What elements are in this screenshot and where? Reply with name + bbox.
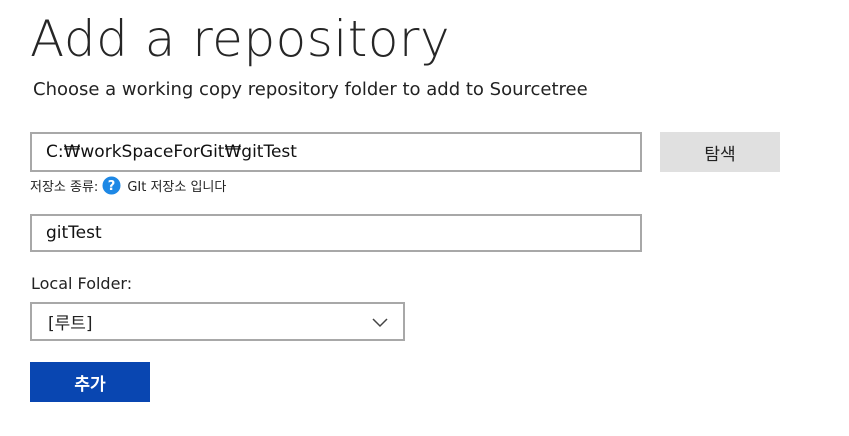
repository-name-input[interactable] bbox=[30, 214, 642, 252]
svg-text:?: ? bbox=[108, 179, 116, 194]
local-folder-selected-value: [루트] bbox=[48, 314, 93, 334]
page-title: Add a repository bbox=[30, 10, 451, 68]
chevron-down-icon bbox=[371, 316, 389, 328]
help-icon[interactable]: ? bbox=[102, 176, 121, 195]
page-subtitle: Choose a working copy repository folder … bbox=[33, 79, 588, 100]
repository-type-info: 저장소 종류: ? GIt 저장소 입니다 bbox=[30, 175, 226, 195]
local-folder-label: Local Folder: bbox=[31, 274, 133, 293]
repository-type-value: GIt 저장소 입니다 bbox=[127, 179, 227, 195]
add-repository-page: Add a repository Choose a working copy r… bbox=[0, 0, 849, 436]
repository-type-label: 저장소 종류: bbox=[30, 179, 99, 195]
add-button[interactable]: 추가 bbox=[30, 362, 150, 402]
browse-button[interactable]: 탐색 bbox=[660, 132, 780, 172]
repository-path-input[interactable] bbox=[30, 132, 642, 172]
local-folder-select[interactable]: [루트] bbox=[30, 302, 405, 341]
